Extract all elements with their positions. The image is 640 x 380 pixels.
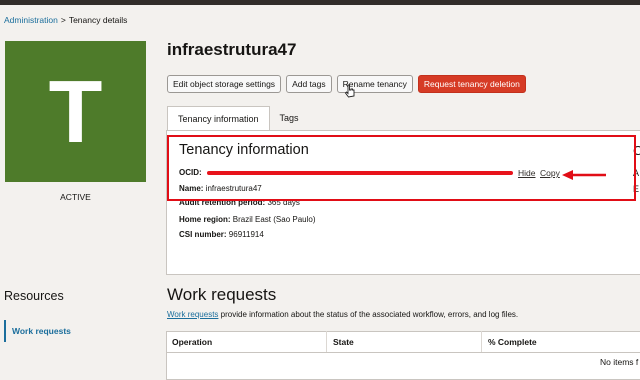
csi-label: CSI number: [179,230,227,239]
column-header-complete[interactable]: % Complete [482,331,640,352]
annotation-arrow-icon [562,170,606,180]
tab-bar: Tenancy information Tags [167,106,309,131]
hand-cursor-icon [344,84,355,98]
column-header-state[interactable]: State [327,331,481,352]
tab-tags[interactable]: Tags [270,106,309,130]
resources-heading: Resources [4,289,64,303]
region-label: Home region: [179,215,231,224]
breadcrumb: Administration > Tenancy details [4,15,127,25]
page-title: infraestrutura47 [167,40,297,59]
table-header-divider [166,352,640,353]
add-tags-button[interactable]: Add tags [286,75,332,93]
work-requests-link[interactable]: Work requests [167,310,218,319]
breadcrumb-current: Tenancy details [68,15,128,25]
home-region-field: Home region: Brazil East (Sao Paulo) [179,215,316,224]
work-requests-description-text: provide information about the status of … [218,310,519,319]
resources-item-work-requests[interactable]: Work requests [4,320,150,342]
tenancy-initial: T [48,61,103,161]
tab-tenancy-information[interactable]: Tenancy information [167,106,270,131]
breadcrumb-separator: > [60,15,66,25]
breadcrumb-administration[interactable]: Administration [4,15,58,25]
work-requests-description: Work requests provide information about … [167,310,518,319]
edit-object-storage-button[interactable]: Edit object storage settings [167,75,282,93]
status-label: ACTIVE [60,192,91,202]
csi-number-field: CSI number: 96911914 [179,230,264,239]
region-value: Brazil East (Sao Paulo) [232,215,316,224]
column-header-operation[interactable]: Operation [166,331,326,352]
csi-value: 96911914 [228,230,264,239]
top-bar [0,0,640,5]
work-requests-title: Work requests [167,285,277,304]
tenancy-avatar: T [5,41,146,182]
empty-state-text: No items f [600,357,639,367]
request-deletion-button[interactable]: Request tenancy deletion [417,75,526,93]
